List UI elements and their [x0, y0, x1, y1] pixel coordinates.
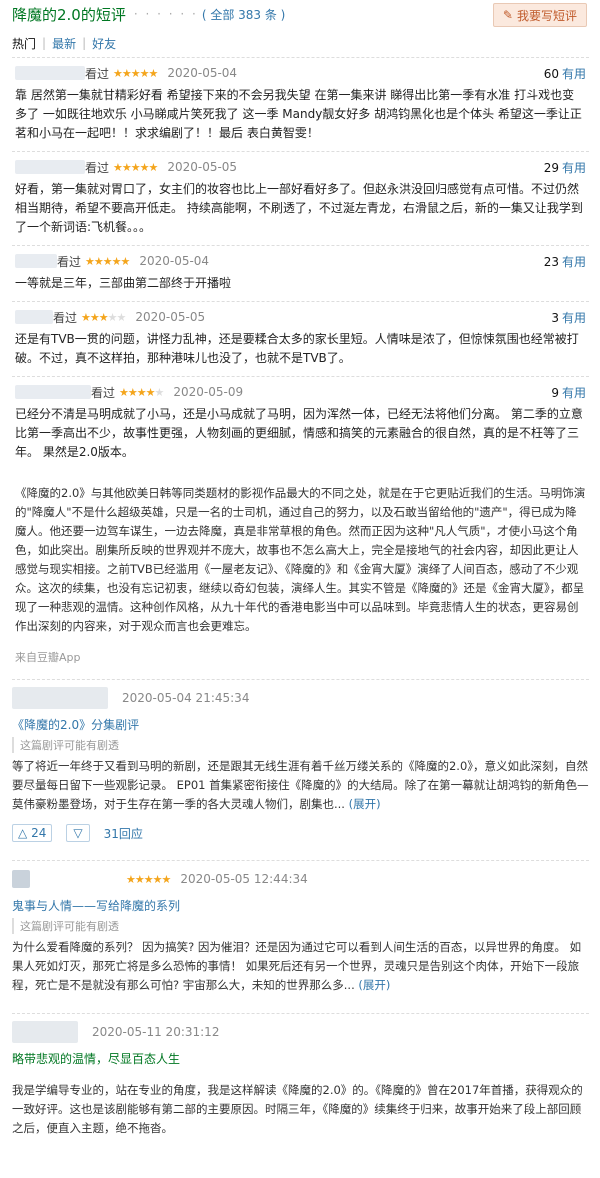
spoiler-notice: 这篇剧评可能有剧透 — [12, 737, 589, 753]
replies-link[interactable]: 31回应 — [104, 825, 143, 842]
comment-text: 已经分不清是马明成就了小马，还是小马成就了马明，因为浑然一体，已经无法将他们分离… — [15, 407, 583, 459]
useful-button[interactable]: 有用 — [562, 67, 586, 81]
thumb-up-icon: △ — [18, 826, 28, 840]
short-comment-list: 看过 ★★★★★ 2020-05-04 60 有用靠 居然第一集就甘精彩好看 希望接下来… — [12, 57, 589, 470]
username-link[interactable] — [15, 254, 57, 268]
useful-button[interactable]: 有用 — [562, 255, 586, 269]
review-body: 为什么爱看降魔的系列？ 因为搞笑? 因为催泪？还是因为通过它可以看到人间生活的百… — [12, 940, 582, 992]
tab-friends[interactable]: 好友 — [92, 35, 116, 52]
short-comment-item: 看过 ★★★★★ 2020-05-04 23 有用一等就是三年，三部曲第二部终于开播啦 — [12, 245, 589, 301]
comment-date: 2020-05-09 — [173, 385, 244, 399]
rating-stars: ★★★★★ — [119, 385, 164, 399]
review-item: 2020-05-11 20:31:12 略带悲观的温情，尽显百态人生 我是学编导… — [12, 1013, 589, 1138]
expand-link[interactable]: (展开) — [349, 797, 381, 811]
comment-text: 还是有TVB一贯的问题，讲怪力乱神，还是要糅合太多的家长里短。人情味是浓了，但惊… — [15, 332, 579, 365]
review-title-link[interactable]: 略带悲观的温情，尽显百态人生 — [12, 1050, 589, 1067]
review-datetime: 2020-05-04 21:45:34 — [122, 691, 250, 705]
write-button-label: 我要写短评 — [516, 8, 577, 23]
username-link[interactable] — [15, 310, 53, 324]
vote-count: 9 有用 — [551, 385, 586, 400]
avatar[interactable] — [12, 687, 108, 709]
spoiler-notice: 这篇剧评可能有剧透 — [12, 918, 589, 934]
page-title: 降魔的2.0的短评 — [12, 5, 126, 24]
username-link[interactable] — [15, 385, 91, 399]
review-body: 我是学编导专业的，站在专业的角度，我是这样解读《降魔的2.0》的。《降魔的》曾在… — [12, 1083, 583, 1135]
short-comment-item: 看过 ★★★★★ 2020-05-05 29 有用好看，第一集就对胃口了，女主们的妆容也… — [12, 151, 589, 245]
expand-link[interactable]: (展开) — [358, 978, 390, 992]
review-datetime: 2020-05-11 20:31:12 — [92, 1025, 220, 1039]
comment-date: 2020-05-04 — [167, 66, 238, 80]
pencil-icon: ✎ — [502, 8, 513, 22]
comment-date: 2020-05-05 — [135, 310, 206, 324]
comment-text: 一等就是三年，三部曲第二部终于开播啦 — [15, 276, 232, 290]
title-dots: · · · · · · — [133, 7, 198, 21]
source-label: 来自豆瓣App — [15, 651, 81, 664]
watched-status: 看过 — [53, 310, 78, 325]
review-body: 等了将近一年终于又看到马明的新剧，还是跟其无线生涯有着千丝万缕关系的《降魔的2.… — [12, 759, 589, 811]
total-count-link[interactable]: ( 全部 383 条 ) — [202, 6, 286, 23]
review-title-link[interactable]: 《降魔的2.0》分集剧评 — [12, 716, 589, 733]
excerpt-text: 《降魔的2.0》与其他欧美日韩等同类题材的影视作品最大的不同之处，就是在于它更贴… — [15, 486, 586, 633]
rating-stars: ★★★★★ — [85, 254, 130, 268]
rating-stars: ★★★★★ — [113, 66, 158, 80]
rating-stars: ★★★★★ — [113, 160, 158, 174]
useful-button[interactable]: 有用 — [562, 311, 586, 325]
useful-button[interactable]: 有用 — [562, 386, 586, 400]
useful-button[interactable]: 有用 — [562, 161, 586, 175]
user-icon[interactable] — [12, 870, 30, 888]
sort-tabs: 热门 | 最新 | 好友 — [12, 35, 117, 52]
rating-stars: ★★★★★ — [81, 310, 126, 324]
watched-status: 看过 — [57, 254, 82, 269]
comment-date: 2020-05-05 — [167, 160, 238, 174]
review-actions: △ 24 ▽ 31回应 — [12, 820, 589, 846]
username-link[interactable] — [15, 66, 85, 80]
comment-text: 好看，第一集就对胃口了，女主们的妆容也比上一部好看好多了。但赵永洪没回归感觉有点… — [15, 182, 583, 234]
review-datetime: 2020-05-05 12:44:34 — [180, 872, 308, 886]
review-item: ★★★★★ 2020-05-05 12:44:34 鬼事与人情——写给降魔的系列… — [12, 860, 589, 995]
tab-latest[interactable]: 最新 — [52, 35, 76, 52]
vote-count: 60 有用 — [543, 66, 586, 81]
watched-status: 看过 — [91, 385, 116, 400]
upvote-button[interactable]: △ 24 — [12, 824, 53, 842]
write-short-comment-button[interactable]: ✎ 我要写短评 — [492, 3, 587, 27]
tab-hot[interactable]: 热门 — [12, 35, 36, 52]
watched-status: 看过 — [85, 66, 110, 81]
rating-stars: ★★★★★ — [126, 872, 171, 886]
review-title-link[interactable]: 鬼事与人情——写给降魔的系列 — [12, 897, 589, 914]
comment-text: 靠 居然第一集就甘精彩好看 希望接下来的不会另我失望 在第一集来讲 睇得出比第一… — [15, 88, 582, 140]
username-link[interactable] — [15, 160, 85, 174]
comment-date: 2020-05-04 — [139, 254, 210, 268]
watched-status: 看过 — [85, 160, 110, 175]
short-comment-item: 看过 ★★★★★ 2020-05-04 60 有用靠 居然第一集就甘精彩好看 希望接下来… — [12, 57, 589, 151]
thumb-down-icon: ▽ — [73, 826, 83, 840]
long-comment-excerpt: 《降魔的2.0》与其他欧美日韩等同类题材的影视作品最大的不同之处，就是在于它更贴… — [12, 470, 589, 667]
vote-count: 3 有用 — [551, 310, 586, 325]
vote-count: 29 有用 — [543, 160, 586, 175]
downvote-button[interactable]: ▽ — [66, 824, 90, 842]
review-item: 2020-05-04 21:45:34 《降魔的2.0》分集剧评 这篇剧评可能有… — [12, 679, 589, 846]
vote-count: 23 有用 — [543, 254, 586, 269]
short-comment-item: 看过 ★★★★★ 2020-05-09 9 有用已经分不清是马明成就了小马，还是小马成就… — [12, 376, 589, 470]
avatar[interactable] — [12, 1021, 78, 1043]
short-comment-item: 看过 ★★★★★ 2020-05-05 3 有用还是有TVB一贯的问题，讲怪力乱神，还是… — [12, 301, 589, 376]
